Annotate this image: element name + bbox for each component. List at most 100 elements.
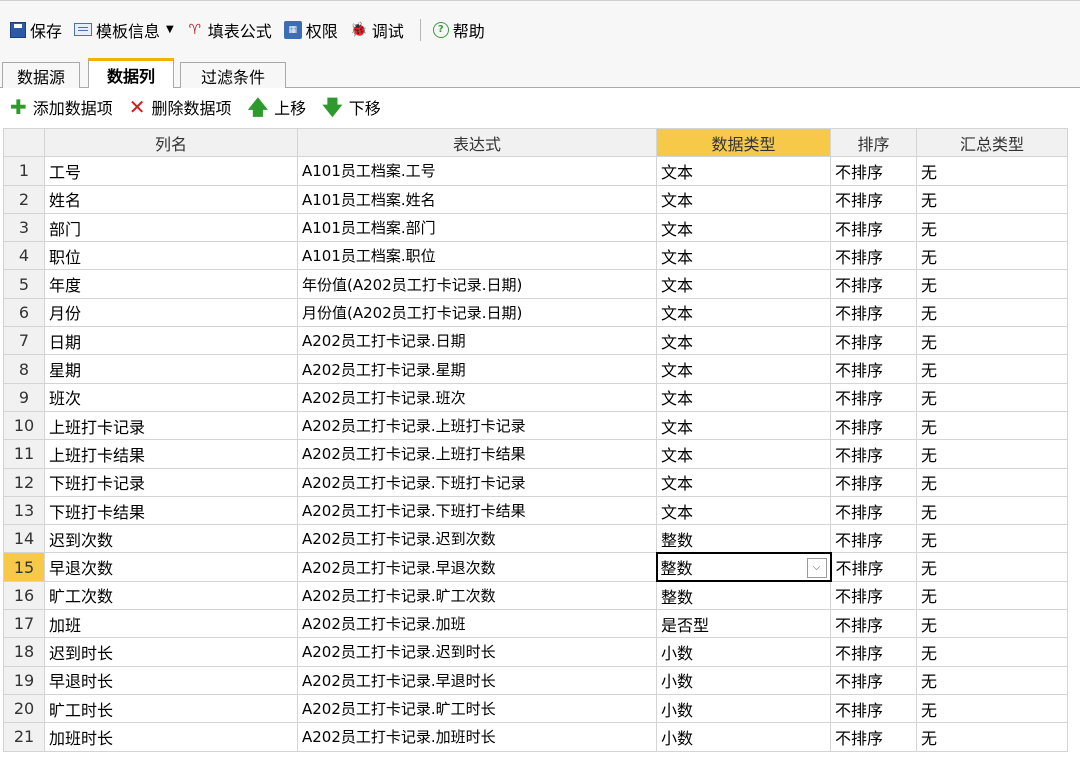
- column-name-cell[interactable]: 迟到时长: [44, 637, 298, 667]
- table-row[interactable]: 6 月份 月份值(A202员工打卡记录.日期) 文本 不排序 无: [3, 297, 1068, 328]
- column-name-cell[interactable]: 班次: [44, 382, 298, 412]
- aggregate-type-cell[interactable]: 无: [916, 326, 1068, 356]
- sort-cell[interactable]: 不排序: [830, 410, 917, 441]
- aggregate-type-cell[interactable]: 无: [916, 467, 1068, 497]
- sort-cell[interactable]: 不排序: [830, 524, 917, 554]
- expression-cell[interactable]: A202员工打卡记录.加班时长: [297, 722, 657, 752]
- column-header-aggregate[interactable]: 汇总类型: [916, 128, 1068, 158]
- table-row[interactable]: 21 加班时长 A202员工打卡记录.加班时长 小数 不排序 无: [3, 722, 1068, 752]
- add-item-button[interactable]: ✚ 添加数据项: [10, 95, 113, 119]
- aggregate-type-cell[interactable]: 无: [916, 609, 1068, 639]
- row-number-cell[interactable]: 15: [3, 552, 45, 582]
- sort-cell[interactable]: 不排序: [830, 580, 917, 611]
- table-row[interactable]: 7 日期 A202员工打卡记录.日期 文本 不排序 无: [3, 326, 1068, 356]
- data-type-cell[interactable]: 文本: [656, 297, 831, 328]
- aggregate-type-cell[interactable]: 无: [916, 665, 1068, 695]
- aggregate-type-cell[interactable]: 无: [916, 269, 1068, 299]
- data-type-cell[interactable]: 小数: [656, 637, 831, 667]
- sort-cell[interactable]: 不排序: [830, 665, 917, 695]
- column-name-cell[interactable]: 加班时长: [44, 722, 298, 752]
- column-name-cell[interactable]: 日期: [44, 326, 298, 356]
- column-name-cell[interactable]: 早退时长: [44, 665, 298, 695]
- sort-cell[interactable]: 不排序: [829, 552, 917, 582]
- aggregate-type-cell[interactable]: 无: [916, 156, 1068, 186]
- aggregate-type-cell[interactable]: 无: [916, 354, 1068, 384]
- expression-cell[interactable]: A202员工打卡记录.下班打卡记录: [297, 467, 657, 497]
- sort-cell[interactable]: 不排序: [830, 722, 917, 752]
- table-row[interactable]: 3 部门 A101员工档案.部门 文本 不排序 无: [3, 212, 1068, 243]
- table-row[interactable]: 17 加班 A202员工打卡记录.加班 是否型 不排序 无: [3, 609, 1068, 639]
- aggregate-type-cell[interactable]: 无: [916, 693, 1068, 724]
- row-number-cell[interactable]: 20: [3, 693, 45, 724]
- table-row[interactable]: 16 旷工次数 A202员工打卡记录.旷工次数 整数 不排序 无: [3, 580, 1068, 611]
- column-header-sort[interactable]: 排序: [830, 128, 917, 158]
- column-name-cell[interactable]: 加班: [44, 609, 298, 639]
- sort-cell[interactable]: 不排序: [830, 156, 917, 186]
- expression-cell[interactable]: A202员工打卡记录.早退时长: [297, 665, 657, 695]
- delete-item-button[interactable]: ✕ 删除数据项: [129, 95, 232, 119]
- data-columns-grid[interactable]: 列名 表达式 数据类型 排序 汇总类型 1 工号 A101员工档案.工号 文本 不排序无…: [0, 128, 1080, 764]
- data-type-cell[interactable]: 文本: [656, 495, 831, 526]
- data-type-cell[interactable]: 整数: [656, 580, 831, 611]
- column-name-cell[interactable]: 旷工次数: [44, 580, 298, 611]
- column-name-cell[interactable]: 下班打卡结果: [44, 495, 298, 526]
- column-name-cell[interactable]: 下班打卡记录: [44, 467, 298, 497]
- sort-cell[interactable]: 不排序: [830, 297, 917, 328]
- column-name-cell[interactable]: 早退次数: [44, 552, 298, 582]
- data-type-cell[interactable]: 小数: [656, 693, 831, 724]
- sort-cell[interactable]: 不排序: [830, 693, 917, 724]
- sort-cell[interactable]: 不排序: [830, 269, 917, 299]
- table-row[interactable]: 10 上班打卡记录 A202员工打卡记录.上班打卡记录 文本 不排序 无: [3, 410, 1068, 441]
- expression-cell[interactable]: A202员工打卡记录.上班打卡结果: [297, 439, 657, 469]
- column-name-cell[interactable]: 月份: [44, 297, 298, 328]
- sort-cell[interactable]: 不排序: [830, 637, 917, 667]
- sort-cell[interactable]: 不排序: [830, 609, 917, 639]
- row-number-cell[interactable]: 11: [3, 439, 45, 469]
- row-number-cell[interactable]: 9: [3, 382, 45, 412]
- table-row[interactable]: 14 迟到次数 A202员工打卡记录.迟到次数 整数 不排序 无: [3, 524, 1068, 554]
- expression-cell[interactable]: A101员工档案.姓名: [297, 184, 657, 214]
- aggregate-type-cell[interactable]: 无: [916, 297, 1068, 328]
- aggregate-type-cell[interactable]: 无: [916, 184, 1068, 214]
- template-info-button[interactable]: 模板信息 ▼: [72, 16, 180, 44]
- table-row[interactable]: 1 工号 A101员工档案.工号 文本 不排序 无: [3, 156, 1068, 186]
- aggregate-type-cell[interactable]: 无: [916, 410, 1068, 441]
- column-header-data-type[interactable]: 数据类型: [656, 128, 831, 158]
- aggregate-type-cell[interactable]: 无: [916, 382, 1068, 412]
- expression-cell[interactable]: A202员工打卡记录.日期: [297, 326, 657, 356]
- expression-cell[interactable]: A202员工打卡记录.迟到时长: [297, 637, 657, 667]
- row-number-cell[interactable]: 18: [3, 637, 45, 667]
- data-type-cell[interactable]: 文本: [656, 382, 831, 412]
- row-number-cell[interactable]: 4: [3, 241, 45, 271]
- chevron-down-icon[interactable]: ⌵: [806, 557, 827, 578]
- sort-cell[interactable]: 不排序: [830, 354, 917, 384]
- table-row[interactable]: 9 班次 A202员工打卡记录.班次 文本 不排序 无: [3, 382, 1068, 412]
- row-number-cell[interactable]: 5: [3, 269, 45, 299]
- data-type-cell[interactable]: 小数: [656, 665, 831, 695]
- table-row[interactable]: 15 早退次数 A202员工打卡记录.早退次数 整数 ⌵ 不排序 无: [3, 551, 1068, 583]
- data-type-cell[interactable]: 文本: [656, 354, 831, 384]
- move-up-button[interactable]: 🡅 上移: [248, 95, 307, 119]
- data-type-cell[interactable]: 文本: [656, 156, 831, 186]
- table-row[interactable]: 5 年度 年份值(A202员工打卡记录.日期) 文本 不排序 无: [3, 269, 1068, 299]
- row-number-cell[interactable]: 21: [3, 722, 45, 752]
- tab-filter-conditions[interactable]: 过滤条件: [180, 62, 286, 88]
- aggregate-type-cell[interactable]: 无: [916, 439, 1068, 469]
- help-button[interactable]: ? 帮助: [431, 16, 491, 44]
- column-name-cell[interactable]: 部门: [44, 212, 298, 243]
- row-number-cell[interactable]: 8: [3, 354, 45, 384]
- aggregate-type-cell[interactable]: 无: [916, 495, 1068, 526]
- aggregate-type-cell[interactable]: 无: [916, 722, 1068, 752]
- table-row[interactable]: 11 上班打卡结果 A202员工打卡记录.上班打卡结果 文本 不排序 无: [3, 439, 1068, 469]
- data-type-cell[interactable]: 文本: [656, 184, 831, 214]
- fill-formula-button[interactable]: ♈ 填表公式: [184, 16, 278, 44]
- data-type-cell[interactable]: 是否型: [656, 609, 831, 639]
- table-row[interactable]: 19 早退时长 A202员工打卡记录.早退时长 小数 不排序 无: [3, 665, 1068, 695]
- expression-cell[interactable]: A202员工打卡记录.星期: [297, 354, 657, 384]
- column-name-cell[interactable]: 星期: [44, 354, 298, 384]
- data-type-cell[interactable]: 文本: [656, 467, 831, 497]
- expression-cell[interactable]: A202员工打卡记录.班次: [297, 382, 657, 412]
- row-number-cell[interactable]: 7: [3, 326, 45, 356]
- data-type-cell[interactable]: 文本: [656, 269, 831, 299]
- expression-cell[interactable]: 月份值(A202员工打卡记录.日期): [297, 297, 657, 328]
